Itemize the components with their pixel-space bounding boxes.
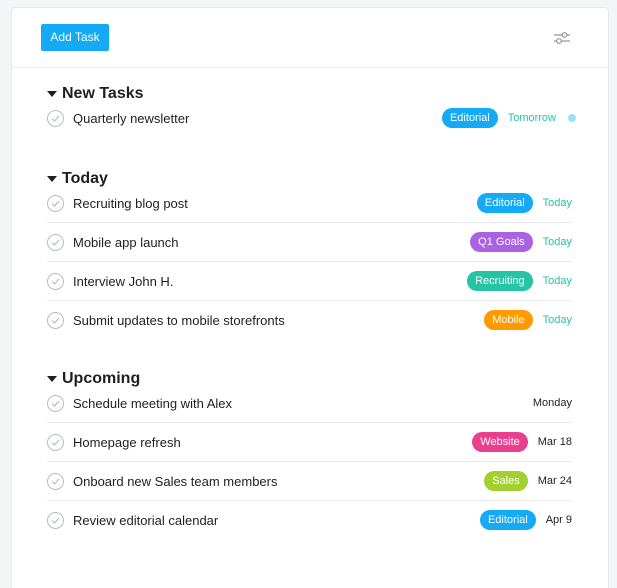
task-name[interactable]: Mobile app launch: [73, 235, 470, 250]
tag-badge[interactable]: Sales: [484, 471, 528, 491]
due-date[interactable]: Monday: [533, 397, 572, 409]
due-date[interactable]: Mar 24: [538, 475, 572, 487]
task-name[interactable]: Recruiting blog post: [73, 196, 477, 211]
tag-badge[interactable]: Recruiting: [467, 271, 533, 291]
due-date[interactable]: Apr 9: [546, 514, 572, 526]
task-row[interactable]: Schedule meeting with Alex Monday: [47, 384, 572, 423]
task-name[interactable]: Review editorial calendar: [73, 513, 480, 528]
checkmark-circle-icon[interactable]: [47, 311, 64, 329]
task-row[interactable]: Recruiting blog post Editorial Today: [47, 184, 572, 223]
tag-badge[interactable]: Website: [472, 432, 528, 452]
checkmark-circle-icon[interactable]: [47, 233, 64, 251]
tag-badge[interactable]: Mobile: [484, 310, 533, 330]
checkmark-circle-icon[interactable]: [47, 472, 64, 490]
caret-down-icon[interactable]: [47, 176, 57, 182]
task-list-panel: Add Task New Tasks Quarterly newsletter Ed…: [12, 8, 608, 588]
due-date[interactable]: Today: [543, 236, 572, 248]
due-date[interactable]: Today: [543, 314, 572, 326]
checkmark-circle-icon[interactable]: [47, 511, 64, 529]
sliders-icon[interactable]: [553, 30, 571, 46]
task-name[interactable]: Onboard new Sales team members: [73, 474, 484, 489]
checkmark-circle-icon[interactable]: [47, 272, 64, 290]
task-name[interactable]: Submit updates to mobile storefronts: [73, 313, 484, 328]
task-row[interactable]: Submit updates to mobile storefronts Mobi…: [47, 301, 572, 339]
task-row[interactable]: Interview John H. Recruiting Today: [47, 262, 572, 301]
tag-badge[interactable]: Editorial: [441, 108, 498, 128]
caret-down-icon[interactable]: [47, 376, 57, 382]
task-row[interactable]: Mobile app launch Q1 Goals Today: [47, 223, 572, 262]
unread-dot-icon: [568, 114, 576, 122]
tag-badge[interactable]: Q1 Goals: [470, 232, 533, 252]
task-row[interactable]: Homepage refresh Website Mar 18: [47, 423, 572, 462]
checkmark-circle-icon[interactable]: [47, 194, 64, 212]
tag-badge[interactable]: Editorial: [479, 510, 536, 530]
add-task-button[interactable]: Add Task: [41, 24, 109, 51]
caret-down-icon[interactable]: [47, 91, 57, 97]
task-name[interactable]: Schedule meeting with Alex: [73, 396, 523, 411]
task-name[interactable]: Homepage refresh: [73, 435, 472, 450]
task-row[interactable]: Review editorial calendar Editorial Apr 9: [47, 501, 572, 539]
task-name[interactable]: Quarterly newsletter: [73, 111, 442, 126]
tag-badge[interactable]: Editorial: [476, 193, 533, 213]
due-date[interactable]: Mar 18: [538, 436, 572, 448]
task-name[interactable]: Interview John H.: [73, 274, 467, 289]
toolbar: Add Task: [12, 8, 608, 68]
due-date[interactable]: Today: [543, 197, 572, 209]
task-row[interactable]: Onboard new Sales team members Sales Mar 2…: [47, 462, 572, 501]
checkmark-circle-icon[interactable]: [47, 433, 64, 451]
due-date[interactable]: Tomorrow: [508, 112, 556, 124]
checkmark-circle-icon[interactable]: [47, 394, 64, 412]
checkmark-circle-icon[interactable]: [47, 109, 64, 127]
due-date[interactable]: Today: [543, 275, 572, 287]
task-row[interactable]: Quarterly newsletter Editorial Tomorrow: [47, 99, 576, 137]
